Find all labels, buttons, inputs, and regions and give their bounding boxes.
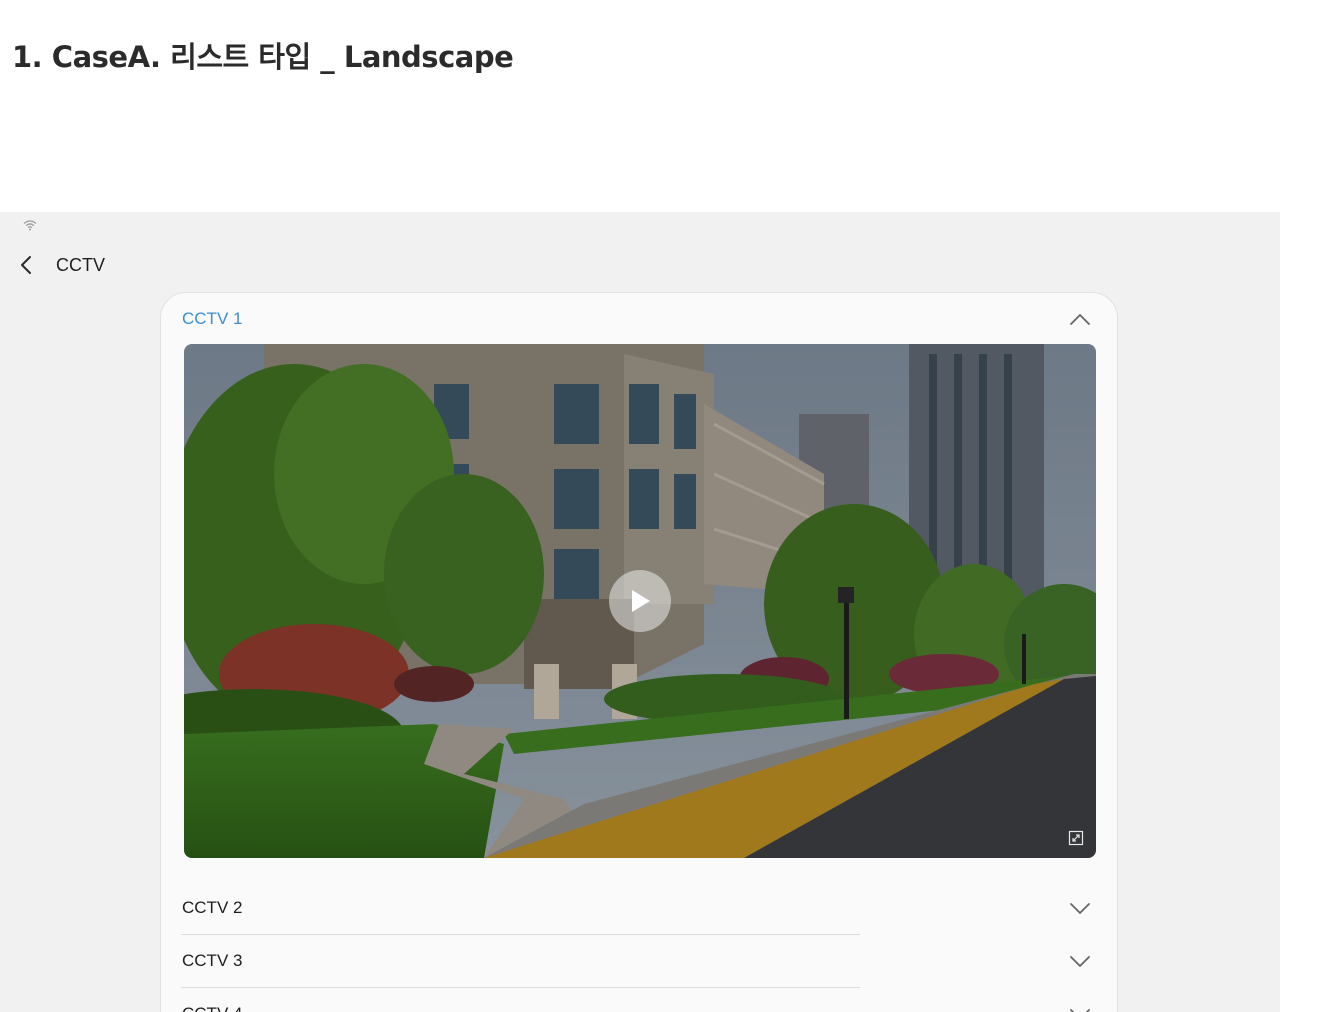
cctv-item-4[interactable]: CCTV 4 [161, 988, 1117, 1012]
cctv-item-3-label: CCTV 3 [182, 951, 243, 970]
app-header: CCTV [20, 252, 105, 278]
page-title: CCTV [56, 254, 105, 275]
expand-icon[interactable] [1068, 830, 1084, 846]
cctv-list-card: CCTV 1 CCTV 2 CCTV 3 [160, 292, 1118, 1012]
play-icon [632, 590, 650, 612]
chevron-up-icon[interactable] [1069, 312, 1091, 326]
tablet-screen: CCTV CCTV 1 CCTV 2 CCTV 3 [0, 212, 1280, 1012]
chevron-down-icon[interactable] [1069, 902, 1091, 916]
cctv-item-1-header[interactable]: CCTV 1 [161, 293, 1117, 345]
cctv-item-1-label: CCTV 1 [182, 309, 243, 328]
cctv-item-3[interactable]: CCTV 3 [161, 935, 1117, 988]
cctv-item-4-label: CCTV 4 [182, 1004, 242, 1012]
chevron-left-icon [21, 256, 31, 274]
wifi-icon [22, 218, 38, 231]
document-title: 1. CaseA. 리스트 타입 _ Landscape [12, 40, 514, 74]
chevron-down-icon[interactable] [1069, 955, 1091, 969]
cctv-item-2[interactable]: CCTV 2 [161, 882, 1117, 935]
cctv-item-2-label: CCTV 2 [182, 898, 243, 917]
chevron-down-icon[interactable] [1069, 1008, 1091, 1012]
back-button[interactable] [20, 252, 42, 278]
play-button[interactable] [609, 570, 671, 632]
cctv-video-player[interactable] [184, 344, 1096, 858]
